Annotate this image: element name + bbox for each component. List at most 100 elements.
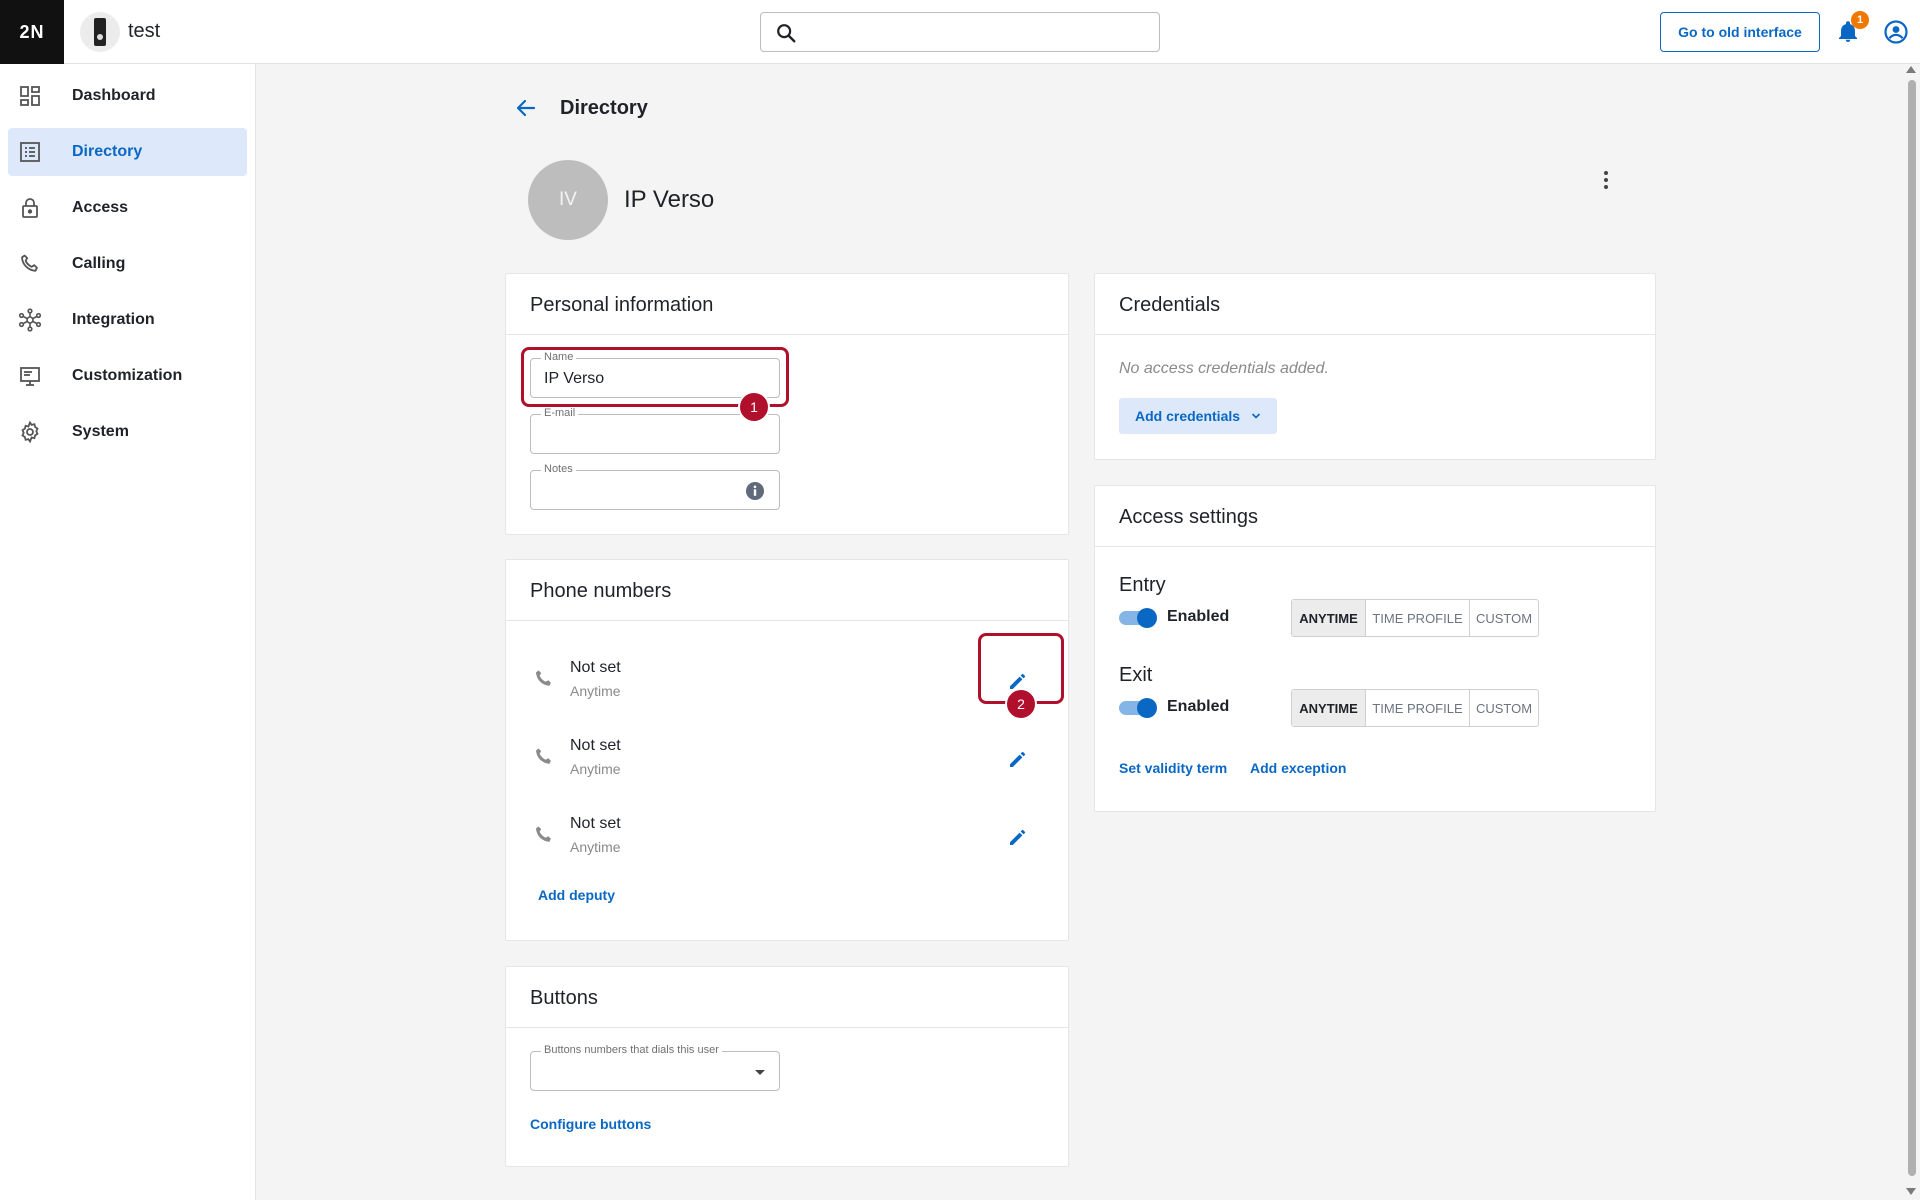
annotation-badge-1: 1 [738,391,770,423]
sidebar-item-dashboard[interactable]: Dashboard [8,72,247,120]
chevron-down-icon [1251,413,1261,419]
entry-option-anytime[interactable]: ANYTIME [1292,600,1366,636]
lock-icon [22,198,38,218]
annotation-badge-2: 2 [1005,688,1037,720]
divider [506,620,1068,621]
card-title: Phone numbers [530,580,672,602]
avatar: IV [528,160,608,240]
sidebar-item-access[interactable]: Access [8,184,247,232]
add-credentials-label: Add credentials [1135,408,1241,424]
sidebar-item-system[interactable]: System [8,408,247,456]
entry-mode-selector: ANYTIME TIME PROFILE CUSTOM [1291,599,1539,637]
info-icon[interactable] [745,481,765,501]
sidebar-item-label: Directory [72,143,143,160]
scroll-up-arrow-icon[interactable] [1906,66,1916,73]
notification-count-badge: 1 [1851,11,1869,29]
phone-icon [21,254,38,272]
toggle-knob [1137,608,1157,628]
add-exception-link[interactable]: Add exception [1250,760,1346,776]
card-title: Personal information [530,294,714,316]
buttons-card: Buttons Buttons numbers that dials this … [505,966,1069,1167]
phone-number: Not set [570,737,621,754]
exit-label: Exit [1119,664,1153,686]
no-credentials-text: No access credentials added. [1119,360,1329,377]
exit-mode-selector: ANYTIME TIME PROFILE CUSTOM [1291,689,1539,727]
phone-time: Anytime [570,683,621,699]
dropdown-arrow-icon [755,1070,765,1075]
phone-numbers-card: Phone numbers Not set Anytime Not set An… [505,559,1069,941]
add-credentials-button[interactable]: Add credentials [1119,398,1277,434]
phone-time: Anytime [570,839,621,855]
configure-buttons-link[interactable]: Configure buttons [530,1116,651,1132]
pencil-edit-icon[interactable] [1006,747,1030,771]
email-field-label: E-mail [541,407,579,419]
email-field[interactable]: E-mail [530,407,780,454]
phone-time: Anytime [570,761,621,777]
sidebar-item-customization[interactable]: Customization [8,352,247,400]
more-vertical-icon[interactable] [1594,168,1618,192]
top-bar: 2N test Go to old interface 1 [0,0,1920,64]
sidebar-item-label: Customization [72,367,183,384]
exit-option-time-profile[interactable]: TIME PROFILE [1366,690,1470,726]
sidebar-item-label: Dashboard [72,87,156,104]
entry-toggle[interactable] [1119,608,1159,628]
dashboard-icon [20,86,40,106]
sidebar-item-label: Access [72,199,129,216]
phone-icon [536,826,551,842]
directory-icon [20,142,40,162]
search-input[interactable] [809,19,1149,45]
notes-field[interactable]: Notes [530,463,780,510]
divider [1095,334,1655,335]
back-arrow-icon[interactable] [514,96,538,120]
sidebar-item-label: System [72,423,129,440]
exit-toggle-label: Enabled [1167,698,1230,715]
exit-toggle[interactable] [1119,698,1159,718]
access-settings-card: Access settings Entry Enabled ANYTIME TI… [1094,485,1656,812]
phone-row: Not set Anytime [506,723,1066,795]
go-to-old-interface-button[interactable]: Go to old interface [1660,12,1820,52]
divider [1095,546,1655,547]
device-name: test [128,20,161,42]
phone-icon [536,748,551,764]
buttons-select-label: Buttons numbers that dials this user [541,1044,722,1056]
buttons-numbers-select[interactable]: Buttons numbers that dials this user [530,1044,780,1091]
brand-logo[interactable]: 2N [0,0,64,64]
phone-number: Not set [570,659,621,676]
device-thumbnail [80,12,120,52]
divider [506,334,1068,335]
phone-number: Not set [570,815,621,832]
entry-option-time-profile[interactable]: TIME PROFILE [1366,600,1470,636]
card-title: Buttons [530,987,598,1009]
notes-field-label: Notes [541,463,576,475]
sidebar-item-directory[interactable]: Directory [8,128,247,176]
page-title: Directory [560,97,648,119]
phone-icon [536,670,551,686]
scrollbar-thumb[interactable] [1908,80,1916,1176]
set-validity-term-link[interactable]: Set validity term [1119,760,1227,776]
monitor-icon [20,367,40,386]
pencil-edit-icon[interactable] [1006,825,1030,849]
search-icon [777,24,796,43]
integration-icon [18,308,42,332]
add-deputy-link[interactable]: Add deputy [538,887,615,903]
sidebar-item-calling[interactable]: Calling [8,240,247,288]
sidebar-item-label: Calling [72,255,126,272]
entry-option-custom[interactable]: CUSTOM [1470,600,1538,636]
card-title: Credentials [1119,294,1221,316]
card-title: Access settings [1119,506,1258,528]
user-name: IP Verso [624,186,715,213]
sidebar: Dashboard Directory Access Calling Integ… [0,64,256,1200]
scroll-down-arrow-icon[interactable] [1906,1188,1916,1195]
exit-option-anytime[interactable]: ANYTIME [1292,690,1366,726]
entry-toggle-label: Enabled [1167,608,1230,625]
exit-option-custom[interactable]: CUSTOM [1470,690,1538,726]
sidebar-item-label: Integration [72,311,155,328]
toggle-knob [1137,698,1157,718]
credentials-card: Credentials No access credentials added.… [1094,273,1656,460]
sidebar-item-integration[interactable]: Integration [8,296,247,344]
account-icon[interactable] [1884,20,1908,44]
gear-icon [21,420,39,444]
search-box[interactable] [760,12,1160,52]
entry-label: Entry [1119,574,1166,596]
intercom-device-icon [94,18,106,46]
